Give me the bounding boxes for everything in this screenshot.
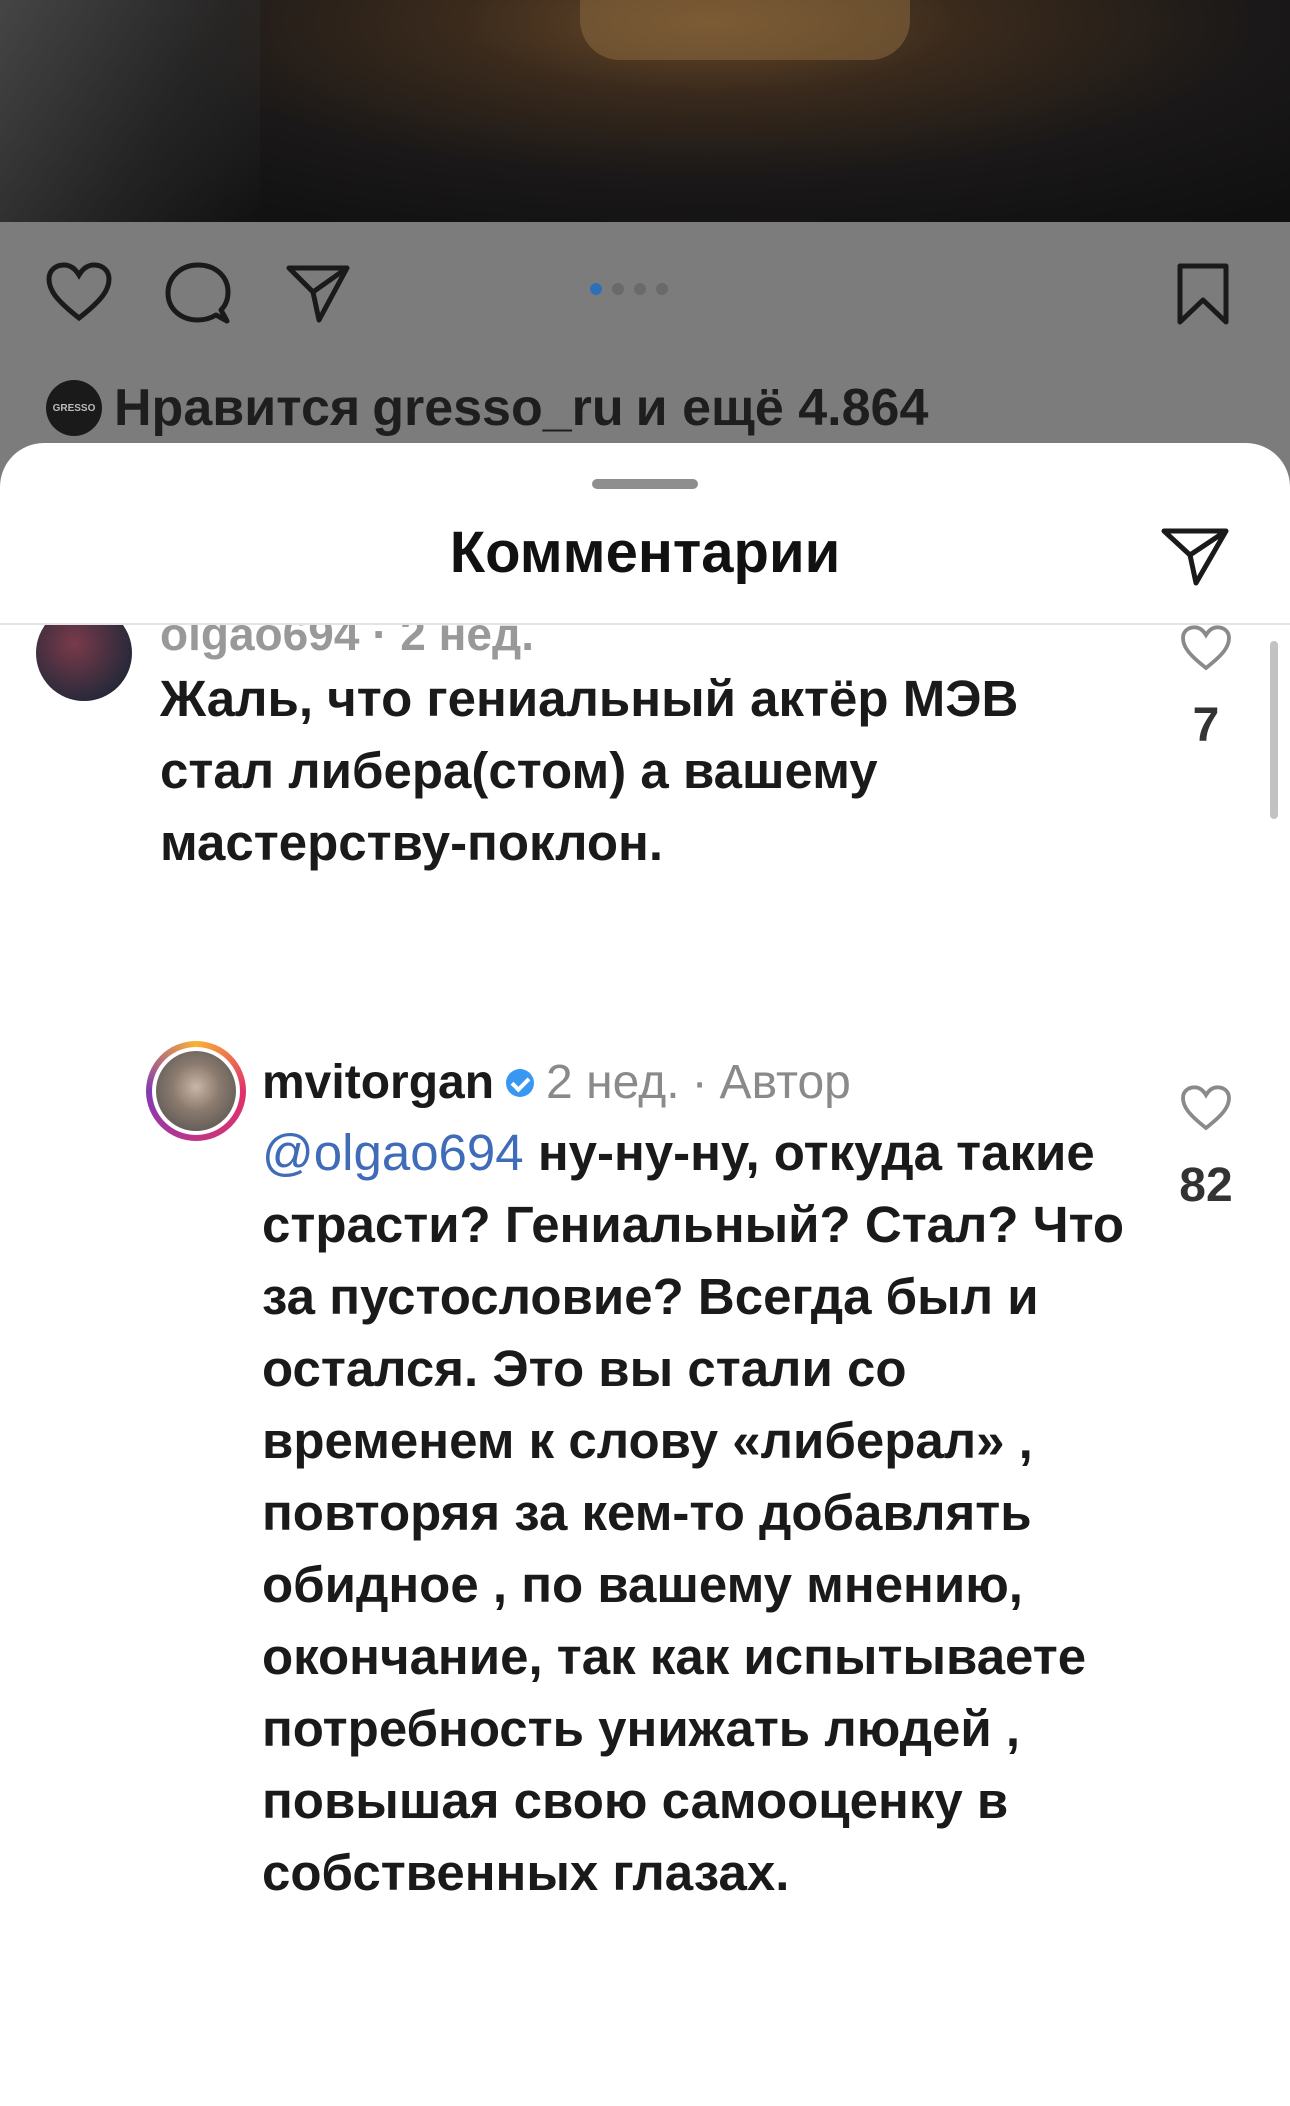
comment-like-column: 82 [1156,1085,1256,1213]
avatar[interactable] [36,625,132,701]
heart-icon[interactable] [46,262,112,322]
carousel-dot [634,283,646,295]
verified-badge-icon [506,1068,535,1097]
carousel-dot [656,283,668,295]
comment-body: ну-ну-ну, откуда такие страсти? Гениальн… [262,1124,1125,1901]
like-icon[interactable] [1180,625,1232,671]
scrollbar[interactable] [1270,641,1278,819]
author-label: Автор [719,1056,851,1109]
share-icon[interactable] [285,262,351,324]
avatar-photo [156,1051,236,1131]
likes-user[interactable]: gresso_ru [372,378,623,438]
likes-summary[interactable]: GRESSO Нравится gresso_ru и ещё 4.864 [46,378,928,438]
liker-avatar[interactable]: GRESSO [46,380,102,436]
comments-sheet: Комментарии olgao694 · 2 нед. Жаль, что … [0,443,1290,2106]
separator: · [691,1056,708,1109]
bookmark-icon[interactable] [1176,262,1230,326]
comments-list[interactable]: olgao694 · 2 нед. Жаль, что гениальный а… [0,625,1290,2106]
comment-time: 2 нед. [546,1056,680,1109]
likes-prefix: Нравится [114,379,361,437]
comment-like-column: 7 [1156,625,1256,753]
avatar-story-ring[interactable] [146,1041,246,1141]
comment-icon[interactable] [165,262,231,324]
likes-suffix[interactable]: и ещё 4.864 [636,378,929,438]
sheet-title: Комментарии [449,520,841,585]
comment-username[interactable]: mvitorgan [262,1055,494,1110]
comment-username[interactable]: olgao694 · 2 нед. [160,625,534,661]
comment-text: Жаль, что гениальный актёр МЭВ стал либе… [160,670,1019,871]
post-photo[interactable] [0,0,1290,222]
comment-header: mvitorgan 2 нед. · Автор [262,1055,851,1110]
avatar [152,1047,240,1135]
carousel-dots [590,283,668,295]
comment-text: @olgao694 ну-ну-ну, откуда такие страсти… [262,1117,1142,1909]
mention-link[interactable]: @olgao694 [262,1124,524,1181]
carousel-dot [612,283,624,295]
like-count: 7 [1192,699,1220,752]
carousel-dot-active [590,283,602,295]
share-icon[interactable] [1160,525,1230,587]
liker-avatar-text: GRESSO [52,402,96,414]
like-count: 82 [1179,1159,1233,1212]
sheet-drag-handle[interactable] [592,479,698,489]
like-icon[interactable] [1180,1085,1232,1131]
